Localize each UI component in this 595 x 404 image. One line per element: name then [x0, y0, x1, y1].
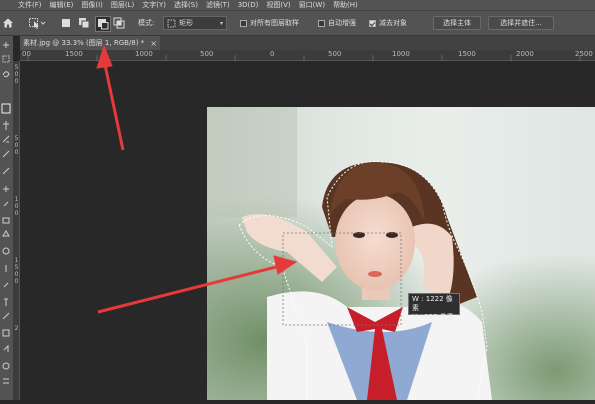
checkbox-icon — [240, 19, 247, 27]
menu-bar: 文件(F) 编辑(E) 图像(I) 图层(L) 文字(Y) 选择(S) 滤镜(T… — [0, 0, 595, 10]
ruler-label: 2 — [14, 325, 19, 332]
menu-window[interactable]: 窗口(W) — [295, 0, 329, 10]
mode-select[interactable]: 矩形 ▾ — [163, 16, 227, 30]
ruler-label: 0 — [14, 210, 19, 217]
selection-size-readout: W : 1222 像素 H : 997 像素 — [408, 293, 460, 321]
mode-label: 模式: — [138, 19, 155, 27]
mode-value: 矩形 — [179, 19, 193, 27]
ruler-label: 0 — [14, 203, 19, 210]
ruler-label: 0 — [14, 278, 19, 285]
menu-select[interactable]: 选择(S) — [170, 0, 202, 10]
sample-all-layers-label: 对所有图层取样 — [250, 19, 299, 27]
menu-file[interactable]: 文件(F) — [14, 0, 46, 10]
ruler-label: 2500 — [575, 50, 593, 58]
vertical-ruler: 5 0 0 5 0 0 1 0 0 1 5 0 0 2 — [13, 61, 20, 400]
checkbox-checked-icon — [369, 19, 376, 27]
menu-image[interactable]: 图像(I) — [77, 0, 107, 10]
ruler-label: 1500 — [458, 50, 476, 58]
select-and-mask-button[interactable]: 选择并遮住... — [488, 16, 554, 30]
ruler-label: 0 — [14, 78, 19, 85]
ruler-label: 1000 — [392, 50, 410, 58]
add-to-selection-icon[interactable] — [78, 16, 90, 30]
height-value: 997 像素 — [424, 313, 454, 321]
document-image[interactable] — [207, 107, 595, 400]
document-tab[interactable]: 素材.jpg @ 33.3% (图层 1, RGB/8) * × — [20, 36, 160, 50]
ruler-label: 0 — [14, 142, 19, 149]
menu-layer[interactable]: 图层(L) — [107, 0, 138, 10]
ruler-label: 500 — [328, 50, 342, 58]
ruler-ticks — [27, 55, 581, 61]
ruler-label: 5 — [14, 135, 19, 142]
horizontal-ruler: 00 1500 1000 500 0 500 1000 1500 2000 25… — [20, 50, 595, 61]
chevron-down-icon: ▾ — [219, 19, 223, 27]
object-selection-tool-icon[interactable] — [28, 16, 46, 30]
ruler-label: 1 — [14, 257, 19, 264]
home-icon[interactable] — [2, 16, 14, 30]
select-subject-button[interactable]: 选择主体 — [433, 16, 481, 30]
intersect-selection-icon[interactable] — [113, 16, 125, 30]
tool-icons[interactable] — [0, 36, 13, 400]
close-icon[interactable]: × — [150, 39, 157, 48]
document-tab-title: 素材.jpg @ 33.3% (图层 1, RGB/8) * — [23, 39, 145, 47]
ruler-label: 2000 — [516, 50, 534, 58]
ruler-label: 00 — [22, 50, 31, 58]
width-label: W : — [412, 295, 424, 303]
menu-filter[interactable]: 滤镜(T) — [202, 0, 234, 10]
portrait-photo — [207, 107, 595, 400]
menu-view[interactable]: 视图(V) — [262, 0, 294, 10]
document-tab-bar: 素材.jpg @ 33.3% (图层 1, RGB/8) * × — [20, 36, 595, 50]
ruler-label: 0 — [14, 271, 19, 278]
tools-panel — [0, 36, 13, 400]
ruler-label: 5 — [14, 264, 19, 271]
ruler-label: 500 — [200, 50, 214, 58]
auto-enhance-checkbox[interactable]: 自动增强 — [318, 16, 356, 30]
menu-edit[interactable]: 编辑(E) — [46, 0, 78, 10]
auto-enhance-label: 自动增强 — [328, 19, 356, 27]
options-bar: 模式: 矩形 ▾ 对所有图层取样 自动增强 减去对象 选择主体 选择并遮住... — [0, 10, 595, 36]
height-label: H : — [412, 313, 422, 321]
subtract-object-label: 减去对象 — [379, 19, 407, 27]
ruler-label: 1 — [14, 196, 19, 203]
subtract-from-selection-icon[interactable] — [95, 16, 111, 32]
menu-3d[interactable]: 3D(D) — [234, 0, 263, 10]
rectangle-mode-icon — [167, 19, 176, 27]
ruler-label: 0 — [14, 71, 19, 78]
sample-all-layers-checkbox[interactable]: 对所有图层取样 — [240, 16, 299, 30]
checkbox-icon — [318, 19, 325, 27]
subtract-object-checkbox[interactable]: 减去对象 — [369, 16, 407, 30]
ruler-label: 0 — [14, 149, 19, 156]
ruler-label: 5 — [14, 64, 19, 71]
ruler-label: 1000 — [135, 50, 153, 58]
ruler-label: 1500 — [65, 50, 83, 58]
ruler-label: 0 — [270, 50, 275, 58]
menu-type[interactable]: 文字(Y) — [138, 0, 170, 10]
new-selection-icon[interactable] — [62, 16, 70, 30]
menu-help[interactable]: 帮助(H) — [329, 0, 362, 10]
